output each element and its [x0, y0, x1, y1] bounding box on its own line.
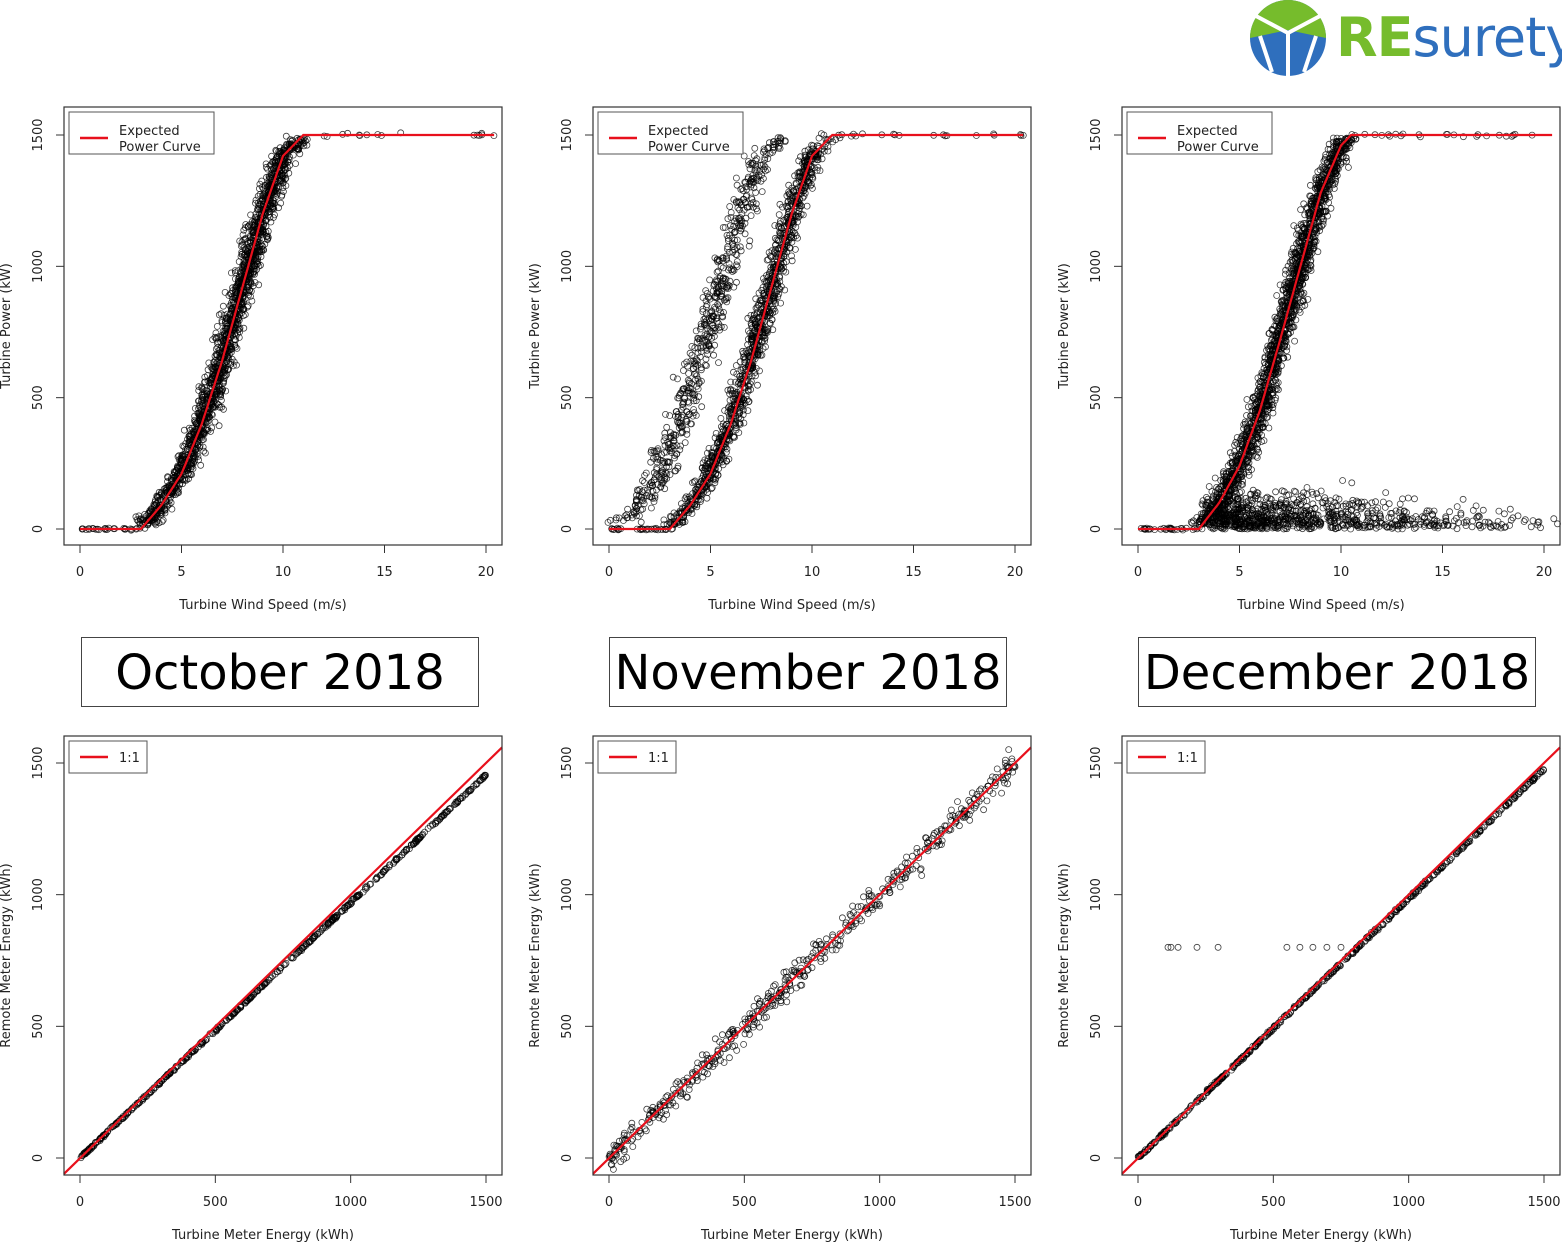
legend-label: Expected — [648, 124, 709, 139]
chart-panel: 0 5 10 15 20050010001500Turbine Wind Speed (… — [1057, 106, 1561, 613]
y-axis-label: Turbine Power (kW) — [0, 263, 14, 390]
data-point — [1297, 206, 1304, 214]
x-tick-label: 0 — [76, 565, 84, 580]
data-point — [733, 278, 740, 286]
data-point — [637, 518, 645, 526]
y-tick-label: 1000 — [560, 250, 575, 283]
x-tick-label: 0 — [605, 565, 613, 580]
chart-panel: 0 5 10 15 20 0 500 1000 1500 Turbine Wind Speed (… — [0, 106, 503, 613]
data-point — [201, 449, 209, 457]
data-point — [717, 414, 725, 422]
data-point — [292, 160, 300, 168]
charts: 0 5 10 15 20050010001500Turbine Wind Speed (… — [0, 106, 1561, 1242]
chart-panel: 0 5 10 15 20 0 500 1000 1500 Turbine Wind Speed (… — [528, 106, 1032, 613]
data-point — [663, 423, 671, 431]
x-tick-label: 10 — [275, 565, 292, 580]
data-point — [211, 418, 219, 426]
x-axis-label: Turbine Wind Speed (m/s) — [707, 598, 875, 613]
data-point — [660, 437, 668, 445]
data-point — [662, 410, 669, 418]
y-tick-label: 1500 — [560, 118, 575, 151]
y-tick-label: 1500 — [31, 118, 46, 151]
data-points — [604, 130, 1027, 534]
x-tick-label: 20 — [478, 565, 495, 580]
data-point — [775, 211, 783, 219]
data-point — [698, 403, 706, 411]
x-tick-label: 15 — [376, 565, 393, 580]
data-point — [754, 381, 761, 389]
data-point — [732, 362, 740, 369]
data-point — [715, 359, 722, 367]
data-point — [240, 324, 248, 332]
data-point — [200, 447, 208, 455]
data-point — [726, 203, 734, 210]
x-tick-label: 10 — [804, 565, 821, 580]
data-point — [219, 302, 227, 310]
x-tick-label: 15 — [905, 565, 922, 580]
data-point — [713, 268, 721, 276]
data-point — [666, 412, 674, 420]
data-point — [1273, 292, 1281, 299]
legend-label: Expected — [119, 124, 180, 139]
data-points — [78, 129, 498, 534]
axes: 0 5 10 15 20 0 500 1000 1500 Turbine Wind Speed (… — [0, 118, 494, 613]
data-point — [751, 144, 759, 152]
axes: 0 5 10 15 20 0 500 1000 1500 Turbine Wind Speed (… — [528, 118, 1023, 613]
x-axis-label: Turbine Wind Speed (m/s) — [178, 598, 346, 613]
data-point — [706, 276, 713, 284]
y-tick-label: 0 — [31, 525, 46, 533]
legend-label: Power Curve — [119, 140, 201, 155]
data-point — [733, 174, 740, 182]
x-tick-label: 5 — [177, 565, 185, 580]
data-point — [703, 494, 711, 502]
y-tick-label: 500 — [560, 385, 575, 410]
data-point — [803, 202, 811, 210]
data-point — [698, 377, 705, 385]
data-point — [1243, 396, 1251, 403]
x-tick-label: 5 — [706, 565, 714, 580]
legend-label: Power Curve — [648, 140, 730, 155]
data-point — [648, 504, 655, 512]
data-point — [1291, 337, 1298, 345]
data-point — [685, 370, 692, 377]
data-point — [741, 230, 749, 238]
data-point — [215, 422, 223, 430]
y-axis-label: Turbine Power (kW) — [528, 263, 543, 390]
legend: ExpectedPower Curve — [597, 111, 744, 155]
data-point — [719, 264, 727, 272]
y-tick-label: 500 — [31, 385, 46, 410]
data-point — [282, 132, 290, 140]
reference-line — [80, 133, 495, 531]
data-point — [168, 505, 176, 513]
data-point — [681, 439, 689, 447]
reference-line — [609, 133, 1024, 531]
y-tick-label: 0 — [560, 525, 575, 533]
data-point — [740, 419, 748, 427]
data-point — [710, 351, 717, 359]
legend: ExpectedPower Curve — [68, 111, 215, 155]
data-point — [732, 261, 740, 269]
data-point — [758, 188, 766, 196]
y-tick-label: 1000 — [31, 250, 46, 283]
data-points — [1137, 130, 1561, 534]
x-tick-label: 20 — [1007, 565, 1024, 580]
data-point — [624, 505, 631, 513]
